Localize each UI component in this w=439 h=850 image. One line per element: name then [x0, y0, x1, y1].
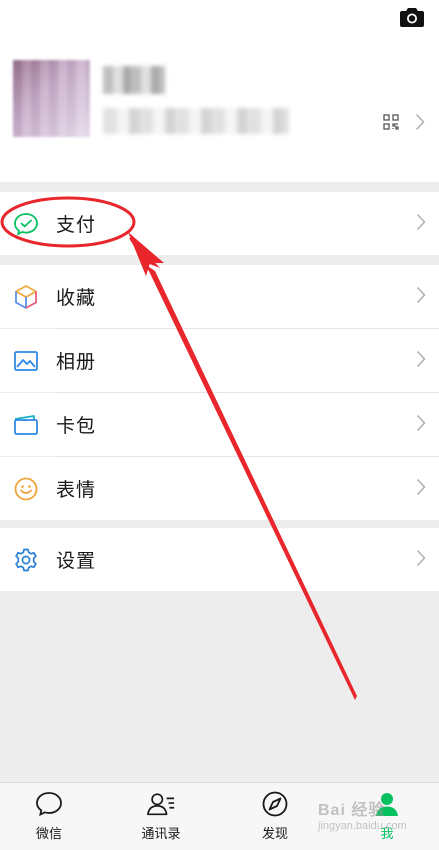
menu-item-label: 卡包: [56, 415, 97, 437]
menu-item-label: 相册: [56, 351, 97, 373]
tab-label: 通讯录: [141, 827, 181, 842]
chevron-right-icon: [415, 113, 425, 135]
tab-label: 微信: [35, 827, 62, 842]
card-wallet-icon: [13, 412, 39, 438]
me-screen: 支付 收藏 相册 卡包 表情 设置 微信 通讯录 发现 我 Bai 经验 jin…: [0, 0, 439, 850]
chevron-right-icon: [416, 350, 426, 372]
blurred-wechat-id: [103, 108, 289, 134]
chat-bubble-icon: [34, 789, 64, 819]
chevron-right-icon: [416, 286, 426, 308]
tab-label: 发现: [261, 827, 288, 842]
baidu-watermark: Bai 经验 jingyan.baidu.com: [318, 796, 436, 840]
menu-item-stickers[interactable]: 表情: [0, 457, 439, 520]
menu-item-label: 设置: [56, 550, 97, 572]
gear-icon: [13, 547, 39, 573]
avatar[interactable]: [13, 60, 90, 137]
watermark-url: jingyan.baidu.com: [318, 820, 407, 832]
chevron-right-icon: [416, 478, 426, 500]
smiley-face-icon: [13, 476, 39, 502]
menu-item-cards[interactable]: 卡包: [0, 393, 439, 456]
menu-item-label: 收藏: [56, 287, 97, 309]
album-picture-icon: [13, 348, 39, 374]
tab-contacts[interactable]: 通讯录: [126, 789, 196, 845]
tab-chats[interactable]: 微信: [14, 789, 84, 845]
tab-discover[interactable]: 发现: [240, 789, 310, 845]
menu-item-label: 表情: [56, 479, 97, 501]
contacts-icon: [146, 789, 176, 819]
pay-icon: [13, 211, 39, 237]
favorites-cube-icon: [13, 284, 39, 310]
chevron-right-icon: [416, 549, 426, 571]
menu-item-favorites[interactable]: 收藏: [0, 265, 439, 328]
blurred-nickname: [103, 66, 165, 94]
chevron-right-icon: [416, 213, 426, 235]
camera-icon[interactable]: [399, 6, 425, 28]
menu-item-album[interactable]: 相册: [0, 329, 439, 392]
menu-item-pay[interactable]: 支付: [0, 192, 439, 255]
chevron-right-icon: [416, 414, 426, 436]
menu-item-settings[interactable]: 设置: [0, 528, 439, 591]
qr-code-icon[interactable]: [383, 114, 399, 130]
menu-item-label: 支付: [56, 214, 97, 236]
watermark-brand: Bai 经验: [318, 802, 386, 819]
profile-header[interactable]: [0, 0, 439, 182]
compass-icon: [260, 789, 290, 819]
